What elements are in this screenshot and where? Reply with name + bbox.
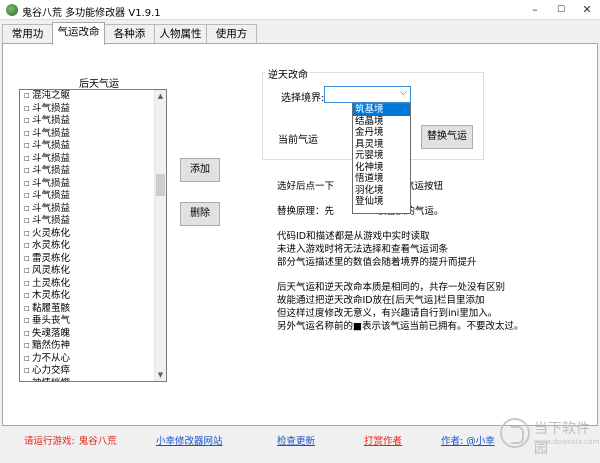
triangle-up-icon[interactable]: ▲ <box>155 90 166 102</box>
small-square-icon: □ <box>24 142 30 149</box>
chevron-down-icon[interactable]: ⌵ <box>400 88 407 98</box>
small-square-icon: □ <box>24 304 30 312</box>
realm-option[interactable]: 结晶境 <box>353 116 410 128</box>
small-square-icon: □ <box>24 242 30 249</box>
small-square-icon: □ <box>24 254 30 262</box>
realm-option[interactable]: 悟道境 <box>353 173 410 185</box>
list-item[interactable]: □ 失魂落魄 <box>20 328 155 341</box>
small-square-icon: □ <box>24 342 30 349</box>
small-square-icon: □ <box>24 229 30 237</box>
list-item[interactable]: □神情恍惚 <box>20 378 155 382</box>
small-square-icon: □ <box>24 92 30 99</box>
small-square-icon: □ <box>24 104 30 112</box>
small-square-icon: □ <box>24 204 30 212</box>
list-item[interactable]: □ 火灵栋化 <box>20 228 155 241</box>
fate-list-items: □ 混沌之躯 □ 斗气损益 □ 斗气损益 □ 斗气损益 □ 斗气损益 □ 斗气损益 □ 斗气损益 □ 斗气损益… <box>20 90 155 382</box>
current-fate-label: 当前气运 <box>278 135 318 146</box>
title-bar: 鬼谷八荒 多功能修改器 V1.9.1 – ☐ ✕ <box>0 0 600 20</box>
list-item[interactable]: □ 水灵栋化 <box>20 240 155 253</box>
window-title: 鬼谷八荒 多功能修改器 V1.9.1 <box>22 8 161 19</box>
check-update-link[interactable]: 检查更新 <box>277 433 315 447</box>
realm-option[interactable]: 化神境 <box>353 162 410 174</box>
info-line-6: 后天气运和逆天改命本质是相同的，共存一处没有区别 <box>277 282 506 293</box>
list-item[interactable]: □ 混沌之躯 <box>20 90 155 103</box>
list-item[interactable]: □ 斗气损益 <box>20 103 155 116</box>
run-game-label: 请运行游戏: 鬼谷八荒 <box>24 436 117 447</box>
list-item[interactable]: □ 斗气损益 <box>20 178 155 191</box>
info-line-4: 未进入游戏时将无法选择和查看气运词条 <box>277 244 449 255</box>
info-line-9: 另外气运名称前的■表示该气运当前已拥有。不要改太过。 <box>277 321 524 332</box>
tab-bar: 常用功能 气运改命 各种添加 人物属性 使用方法 <box>0 22 600 58</box>
info-line-8: 但这样过度修改无意义，有兴趣请自行到ini里加入。 <box>277 308 498 319</box>
tab-fate[interactable]: 气运改命 <box>52 22 105 45</box>
fate-listbox[interactable]: □ 混沌之躯 □ 斗气损益 □ 斗气损益 □ 斗气损益 □ 斗气损益 □ 斗气损益 □ 斗气损益 □ 斗气损益… <box>19 89 167 382</box>
tab-add[interactable]: 各种添加 <box>104 24 155 58</box>
realm-option[interactable]: 羽化境 <box>353 185 410 197</box>
list-item[interactable]: □ 黏履茧骸 <box>20 303 155 316</box>
realm-label: 选择境界: <box>281 93 325 104</box>
small-square-icon: □ <box>24 154 30 162</box>
small-square-icon: □ <box>24 354 30 362</box>
small-square-icon: □ <box>24 192 30 199</box>
realm-option[interactable]: 具灵境 <box>353 139 410 151</box>
fate-group-title: 逆天改命 <box>266 66 310 81</box>
watermark-url: www.downxia.com <box>534 438 600 446</box>
info-line-5: 部分气运描述里的数值会随着境界的提升而提升 <box>277 257 477 268</box>
watermark: 当下软件园 www.downxia.com <box>500 414 600 460</box>
realm-select[interactable]: ⌵ <box>324 86 411 103</box>
list-item[interactable]: □ 斗气损益 <box>20 128 155 141</box>
list-item[interactable]: □ 木灵栋化 <box>20 290 155 303</box>
small-square-icon: □ <box>24 367 30 374</box>
tab-usage[interactable]: 使用方法 <box>206 24 257 58</box>
close-button[interactable]: ✕ <box>572 0 600 20</box>
donate-link[interactable]: 打赏作者 <box>364 433 402 447</box>
delete-button[interactable]: 删除 <box>180 202 220 226</box>
realm-option[interactable]: 元婴境 <box>353 150 410 162</box>
small-square-icon: □ <box>24 129 30 137</box>
website-link[interactable]: 小幸修改器网站 <box>156 433 223 447</box>
list-item[interactable]: □ 雷灵栋化 <box>20 253 155 266</box>
list-title: 后天气运 <box>79 79 119 90</box>
list-item[interactable]: □ 斗气损益 <box>20 215 155 228</box>
replace-fate-button[interactable]: 替换气运 <box>421 125 473 149</box>
small-square-icon: □ <box>24 329 30 337</box>
small-square-icon: □ <box>24 317 30 324</box>
realm-option[interactable]: 筑基境 <box>353 104 410 116</box>
list-item[interactable]: □ 斗气损益 <box>20 165 155 178</box>
list-item[interactable]: □ 斗气损益 <box>20 153 155 166</box>
small-square-icon: □ <box>24 117 30 124</box>
list-item[interactable]: □ 斗气损益 <box>20 140 155 153</box>
tab-attributes[interactable]: 人物属性 <box>154 24 207 44</box>
add-button[interactable]: 添加 <box>180 158 220 182</box>
author-link[interactable]: 作者: @小幸 <box>441 433 495 447</box>
tab-common[interactable]: 常用功能 <box>2 24 53 58</box>
small-square-icon: □ <box>24 292 30 299</box>
list-item[interactable]: □ 风灵栋化 <box>20 265 155 278</box>
small-square-icon: □ <box>24 217 30 224</box>
list-item[interactable]: □ 斗气损益 <box>20 115 155 128</box>
small-square-icon: □ <box>24 267 30 274</box>
small-square-icon: □ <box>24 279 30 287</box>
realm-dropdown-list[interactable]: 筑基境 结晶境 金丹境 具灵境 元婴境 化神境 悟道境 羽化境 登仙境 <box>352 103 411 214</box>
realm-option[interactable]: 金丹境 <box>353 127 410 139</box>
small-square-icon: □ <box>24 378 32 382</box>
list-item[interactable]: □ 斗气损益 <box>20 203 155 216</box>
small-square-icon: □ <box>24 179 30 187</box>
list-item[interactable]: □ 心力交瘁 <box>20 365 155 378</box>
scroll-thumb[interactable] <box>156 174 165 196</box>
realm-option[interactable]: 登仙境 <box>353 196 410 208</box>
info-line-7: 故能通过把逆天改命ID放在[后天气运]栏目里添加 <box>277 295 485 306</box>
info-line-3: 代码ID和描述都是从游戏中实时读取 <box>277 231 430 242</box>
list-item[interactable]: □ 垂头丧气 <box>20 315 155 328</box>
triangle-down-icon[interactable]: ▼ <box>155 369 166 381</box>
list-scrollbar[interactable]: ▲ ▼ <box>154 90 166 381</box>
watermark-logo-icon <box>500 418 530 448</box>
list-item[interactable]: □ 力不从心 <box>20 353 155 366</box>
list-item[interactable]: □ 土灵栋化 <box>20 278 155 291</box>
small-square-icon: □ <box>24 167 30 174</box>
list-item[interactable]: □ 黯然伤神 <box>20 340 155 353</box>
list-item[interactable]: □ 斗气损益 <box>20 190 155 203</box>
app-logo-icon <box>6 4 18 16</box>
